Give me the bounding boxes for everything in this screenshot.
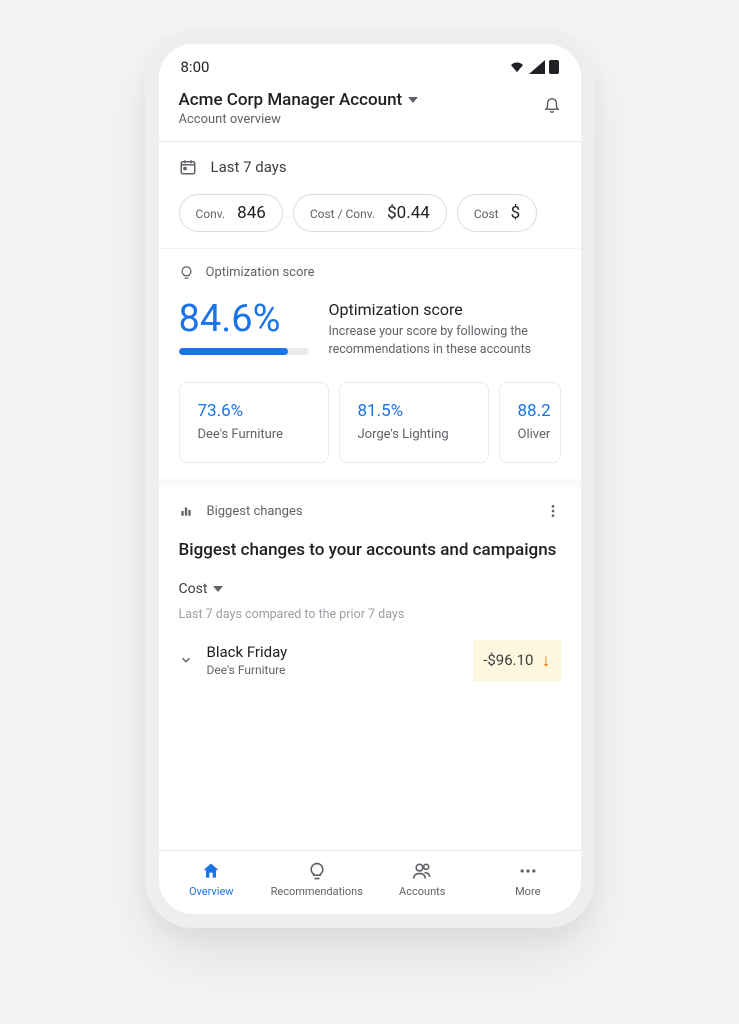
metric-label: Cost / Conv. (310, 207, 375, 221)
account-name: Jorge's Lighting (358, 427, 470, 442)
change-account: Dee's Furniture (207, 663, 460, 677)
metric-chip-conversions[interactable]: Conv. 846 (179, 194, 283, 232)
changes-section: Biggest changes Biggest changes to your … (159, 487, 581, 689)
home-icon (201, 861, 221, 881)
metric-chips[interactable]: Conv. 846 Cost / Conv. $0.44 Cost $ (179, 194, 561, 232)
optimization-title: Optimization score (329, 300, 561, 319)
nav-overview[interactable]: Overview (159, 861, 265, 898)
optimization-section: Optimization score 84.6% Optimization sc… (159, 249, 581, 479)
metric-value: $ (511, 203, 521, 223)
optimization-score: 84.6% (179, 300, 309, 338)
date-range-label: Last 7 days (211, 158, 287, 176)
caret-down-icon (408, 97, 418, 103)
metric-chip-cost-per-conv[interactable]: Cost / Conv. $0.44 (293, 194, 447, 232)
arrow-down-icon: ↓ (542, 650, 551, 671)
header-subtitle: Account overview (179, 112, 419, 127)
optimization-description: Increase your score by following the rec… (329, 323, 561, 358)
calendar-icon (179, 158, 197, 176)
changes-header-left: Biggest changes (179, 504, 303, 519)
change-value-badge: -$96.10 ↓ (473, 640, 560, 681)
status-icons (509, 60, 559, 74)
account-name: Dee's Furniture (198, 427, 310, 442)
optimization-header: Optimization score (179, 265, 561, 280)
changes-title: Biggest changes to your accounts and cam… (179, 539, 561, 563)
account-selector[interactable]: Acme Corp Manager Account (179, 90, 419, 110)
app-header: Acme Corp Manager Account Account overvi… (159, 82, 581, 141)
nav-label: Recommendations (271, 885, 363, 898)
status-bar: 8:00 (159, 44, 581, 82)
lightbulb-icon (179, 265, 194, 280)
date-range-selector[interactable]: Last 7 days (179, 158, 561, 176)
lightbulb-icon (307, 861, 327, 881)
accounts-icon (412, 861, 432, 881)
chevron-down-icon (179, 653, 193, 667)
more-vert-icon[interactable] (545, 503, 561, 519)
account-score: 73.6% (198, 401, 310, 421)
changes-header: Biggest changes (179, 503, 561, 519)
header-left: Acme Corp Manager Account Account overvi… (179, 90, 419, 127)
wifi-icon (509, 61, 525, 73)
change-info: Black Friday Dee's Furniture (207, 643, 460, 677)
change-value: -$96.10 (483, 651, 533, 669)
more-horiz-icon (518, 861, 538, 881)
optimization-section-label: Optimization score (206, 265, 315, 280)
nav-recommendations[interactable]: Recommendations (264, 861, 370, 898)
battery-icon (549, 60, 559, 74)
bar-chart-icon (179, 504, 193, 518)
optimization-text: Optimization score Increase your score b… (329, 300, 561, 358)
notifications-icon[interactable] (543, 94, 561, 114)
nav-accounts[interactable]: Accounts (370, 861, 476, 898)
change-name: Black Friday (207, 643, 460, 661)
status-time: 8:00 (181, 58, 210, 76)
metric-value: $0.44 (387, 203, 430, 223)
nav-label: Accounts (399, 885, 445, 898)
change-row[interactable]: Black Friday Dee's Furniture -$96.10 ↓ (179, 640, 561, 681)
screen: 8:00 Acme Corp Manager Account Account o… (159, 44, 581, 914)
metric-value: 846 (237, 203, 266, 223)
optimization-progress-fill (179, 348, 289, 355)
metric-label: Conv. (196, 207, 226, 221)
account-name: Acme Corp Manager Account (179, 90, 403, 110)
dropdown-label: Cost (179, 581, 208, 597)
metric-label: Cost (474, 207, 499, 221)
optimization-progress-bar (179, 348, 309, 355)
divider (159, 479, 581, 487)
changes-section-label: Biggest changes (207, 504, 303, 519)
account-card[interactable]: 81.5% Jorge's Lighting (339, 382, 489, 463)
nav-label: More (515, 885, 540, 898)
metric-chip-cost[interactable]: Cost $ (457, 194, 537, 232)
optimization-score-column: 84.6% (179, 300, 309, 355)
phone-frame: 8:00 Acme Corp Manager Account Account o… (145, 30, 595, 928)
account-score: 88.2 (518, 401, 542, 421)
account-card[interactable]: 73.6% Dee's Furniture (179, 382, 329, 463)
compare-text: Last 7 days compared to the prior 7 days (179, 607, 561, 622)
caret-down-icon (213, 586, 223, 592)
optimization-main: 84.6% Optimization score Increase your s… (179, 300, 561, 358)
account-card[interactable]: 88.2 Oliver (499, 382, 561, 463)
signal-icon (529, 60, 545, 74)
metrics-section: Last 7 days Conv. 846 Cost / Conv. $0.44… (159, 142, 581, 248)
account-score: 81.5% (358, 401, 470, 421)
account-name: Oliver (518, 427, 542, 442)
bottom-nav: Overview Recommendations Accounts More (159, 850, 581, 914)
nav-label: Overview (189, 885, 234, 898)
account-cards[interactable]: 73.6% Dee's Furniture 81.5% Jorge's Ligh… (179, 382, 561, 463)
nav-more[interactable]: More (475, 861, 581, 898)
metric-dropdown[interactable]: Cost (179, 581, 561, 597)
